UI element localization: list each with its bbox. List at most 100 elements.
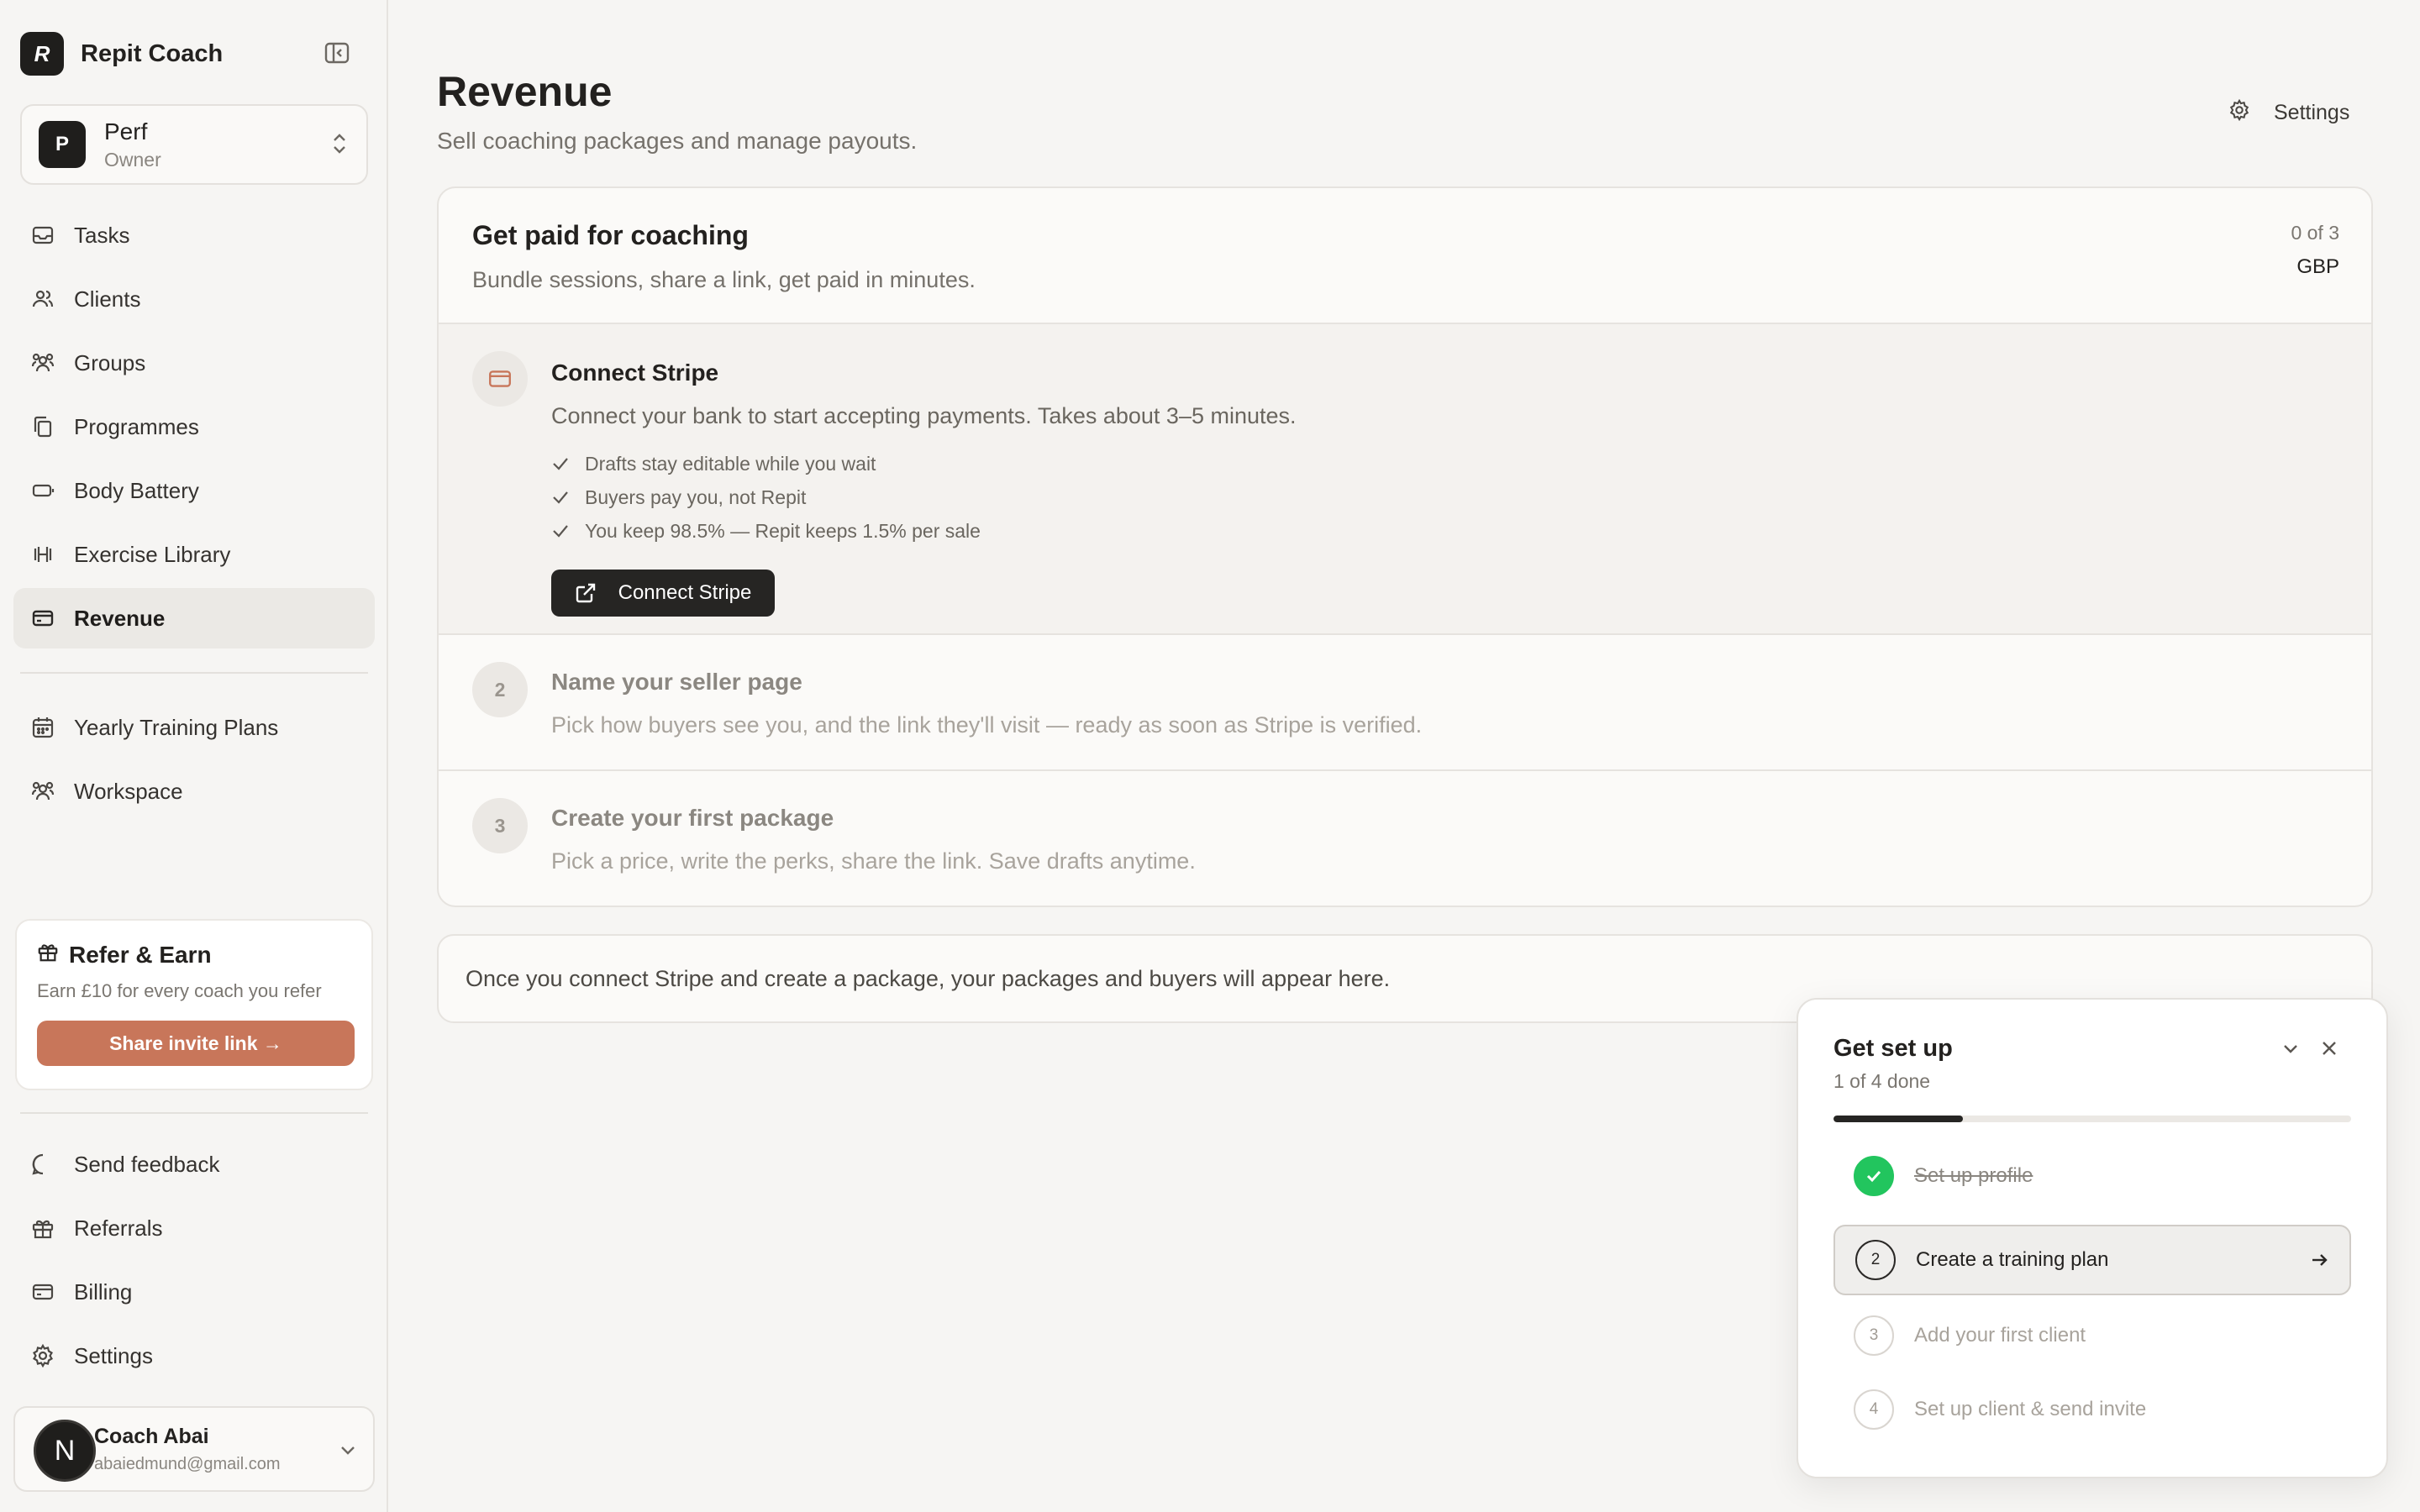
step-badge: 2 [472,662,528,717]
copy-icon [30,414,55,439]
nav-item-billing[interactable]: Billing [13,1262,375,1322]
nav-item-exercise-library[interactable]: Exercise Library [13,524,375,585]
nav-label: Body Battery [74,477,199,503]
setup-progress-bar [1833,1116,2351,1122]
setup-task-profile[interactable]: Set up profile [1833,1141,2351,1211]
bullet-text: Buyers pay you, not Repit [585,486,807,508]
workspace-avatar: P [39,121,86,168]
collapse-sidebar-button[interactable] [321,39,353,67]
battery-icon [30,478,55,503]
arrow-right-icon [2312,1254,2328,1266]
nav-item-yearly-training-plans[interactable]: Yearly Training Plans [13,697,375,758]
task-number: 3 [1854,1315,1894,1356]
nav-item-tasks[interactable]: Tasks [13,205,375,265]
revenue-settings-button[interactable]: Settings [2228,98,2350,127]
secondary-nav: Yearly Training Plans Workspace [13,697,375,825]
get-set-up-widget: Get set up 1 of 4 done Set up profile 2 … [1797,998,2388,1478]
nav-divider [20,672,368,674]
task-number: 4 [1854,1389,1894,1430]
nav-item-programmes[interactable]: Programmes [13,396,375,457]
step-badge: 3 [472,798,528,853]
step-title: Name your seller page [551,669,802,695]
bullet-item: You keep 98.5% — Repit keeps 1.5% per sa… [551,514,981,548]
user-email: abaiedmund@gmail.com [94,1455,281,1473]
gear-icon [30,1343,55,1368]
nav-label: Exercise Library [74,541,231,567]
step-name-seller-page: 2 Name your seller page Pick how buyers … [439,635,2371,771]
sidebar: R Repit Coach P Perf Owner Tasks Clients… [0,0,388,1512]
step-badge [472,351,528,407]
nav-label: Revenue [74,605,166,631]
group-icon [30,350,55,375]
gift-icon [30,1215,55,1241]
settings-label: Settings [2274,101,2350,124]
card-icon [489,370,511,387]
onboarding-title: Get paid for coaching [472,220,749,250]
nav-label: Send feedback [74,1151,220,1177]
inbox-icon [30,223,55,248]
step-connect-stripe: Connect Stripe Connect your bank to star… [439,324,2371,635]
workspace-role: Owner [104,148,161,171]
task-label: Set up client & send invite [1914,1398,2147,1420]
bullet-item: Drafts stay editable while you wait [551,447,981,480]
share-invite-link-button[interactable]: Share invite link → [37,1021,355,1066]
setup-task-add-client[interactable]: 3 Add your first client [1833,1300,2351,1371]
check-icon [551,522,573,540]
step-description: Pick how buyers see you, and the link th… [551,712,1423,738]
nav-item-revenue[interactable]: Revenue [13,588,375,648]
page-subtitle: Sell coaching packages and manage payout… [437,128,918,154]
nav-item-body-battery[interactable]: Body Battery [13,460,375,521]
brand[interactable]: R Repit Coach [20,32,223,76]
nav-label: Workspace [74,778,183,804]
bullet-text: Drafts stay editable while you wait [585,452,876,475]
chevron-down-icon [341,1446,355,1455]
onboarding-panel: Get paid for coaching Bundle sessions, s… [437,186,2373,907]
setup-progress-text: 1 of 4 done [1833,1070,1931,1092]
step-description: Connect your bank to start accepting pay… [551,403,1297,428]
user-menu[interactable]: N Coach Abai abaiedmund@gmail.com [13,1406,375,1492]
nav-label: Programmes [74,413,199,439]
onboarding-subtitle: Bundle sessions, share a link, get paid … [472,267,976,292]
setup-task-training-plan[interactable]: 2 Create a training plan [1833,1225,2351,1295]
workspace-name: Perf [104,118,148,144]
nav-item-groups[interactable]: Groups [13,333,375,393]
card-icon [30,606,55,631]
nav-divider [20,1112,368,1114]
bullet-item: Buyers pay you, not Repit [551,480,981,514]
workspace-switcher[interactable]: P Perf Owner [20,104,368,185]
setup-progress-fill [1833,1116,1963,1122]
nav-label: Yearly Training Plans [74,714,279,740]
connect-stripe-button[interactable]: Connect Stripe [551,570,775,617]
nav-label: Groups [74,349,146,375]
nav-item-send-feedback[interactable]: Send feedback [13,1134,375,1194]
nav-item-settings[interactable]: Settings [13,1326,375,1386]
nav-label: Settings [74,1342,153,1368]
dumbbell-icon [30,542,55,567]
step-title: Connect Stripe [551,360,719,386]
setup-title: Get set up [1833,1035,1953,1062]
check-icon [551,454,573,473]
gift-icon [37,941,59,969]
app-name: Repit Coach [81,39,224,67]
nav-item-referrals[interactable]: Referrals [13,1198,375,1258]
chevron-down-icon [2284,1045,2297,1053]
step-create-package: 3 Create your first package Pick a price… [439,771,2371,906]
check-icon [551,488,573,507]
primary-nav: Tasks Clients Groups Programmes Body Bat… [13,205,375,652]
message-icon [30,1152,55,1177]
users-icon [30,286,55,312]
collapse-setup-button[interactable] [2281,1038,2301,1063]
bullet-text: You keep 98.5% — Repit keeps 1.5% per sa… [585,519,981,542]
task-label: Create a training plan [1916,1248,2109,1271]
nav-item-clients[interactable]: Clients [13,269,375,329]
avatar: N [34,1420,96,1482]
step-bullets: Drafts stay editable while you wait Buye… [551,447,981,548]
step-title: Create your first package [551,805,834,831]
close-setup-button[interactable] [2319,1038,2339,1063]
chevron-up-down-icon [334,134,345,154]
nav-item-workspace[interactable]: Workspace [13,761,375,822]
refer-title: Refer & Earn [69,941,212,968]
refer-earn-card: Refer & Earn Earn £10 for every coach yo… [15,919,373,1090]
check-circle-icon [1854,1156,1894,1196]
setup-task-send-invite[interactable]: 4 Set up client & send invite [1833,1374,2351,1445]
